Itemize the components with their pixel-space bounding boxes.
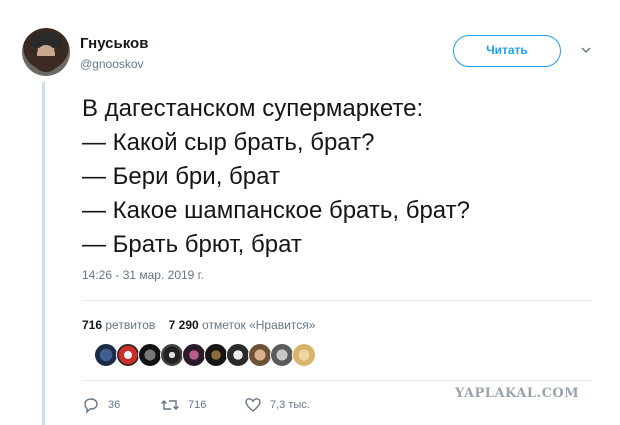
tweet-actions: 36 716 7,3 тыс. <box>82 395 422 415</box>
retweets-count[interactable]: 716 <box>82 318 102 332</box>
tweet-stats: 716 ретвитов 7 290 отметок «Нравится» <box>82 318 315 332</box>
avatar[interactable] <box>270 343 294 367</box>
likes-count[interactable]: 7 290 <box>169 318 199 332</box>
retweet-icon <box>161 400 179 410</box>
avatar[interactable] <box>22 28 70 76</box>
tweet-header: Гнуськов @gnooskov Читать <box>22 28 602 78</box>
chevron-down-icon[interactable] <box>580 44 592 56</box>
heart-icon <box>245 398 261 412</box>
retweet-count: 716 <box>188 399 207 411</box>
tweet-text: В дагестанском супермаркете: — Какой сыр… <box>82 92 602 262</box>
avatar[interactable] <box>116 343 140 367</box>
tweet-line: В дагестанском супермаркете: <box>82 95 424 122</box>
avatar[interactable] <box>182 343 206 367</box>
reply-icon <box>84 398 98 414</box>
tweet-line: — Брать брют, брат <box>82 231 302 258</box>
tweet-timestamp[interactable]: 14:26 - 31 мар. 2019 г. <box>82 268 204 282</box>
follow-button[interactable]: Читать <box>453 35 561 67</box>
thread-line <box>42 82 45 425</box>
tweet-line: — Бери бри, брат <box>82 163 280 190</box>
retweet-button[interactable]: 716 <box>160 395 206 415</box>
reply-button[interactable]: 36 <box>82 395 120 415</box>
reply-count: 36 <box>108 399 121 411</box>
avatar[interactable] <box>160 343 184 367</box>
author-display-name[interactable]: Гнуськов <box>80 35 148 52</box>
avatar[interactable] <box>248 343 272 367</box>
tweet-line: — Какое шампанское брать, брат? <box>82 197 470 224</box>
avatar[interactable] <box>138 343 162 367</box>
avatar[interactable] <box>226 343 250 367</box>
divider <box>82 380 592 381</box>
avatar[interactable] <box>204 343 228 367</box>
tweet-line: — Какой сыр брать, брат? <box>82 129 375 156</box>
likes-label[interactable]: отметок «Нравится» <box>202 318 315 332</box>
like-count: 7,3 тыс. <box>270 399 310 411</box>
divider <box>82 300 592 301</box>
author-handle[interactable]: @gnooskov <box>80 57 144 71</box>
like-button[interactable]: 7,3 тыс. <box>244 395 310 415</box>
avatar[interactable] <box>292 343 316 367</box>
retweets-label[interactable]: ретвитов <box>105 318 155 332</box>
watermark: YAPLAKAL.COM <box>455 386 580 401</box>
avatar[interactable] <box>94 343 118 367</box>
